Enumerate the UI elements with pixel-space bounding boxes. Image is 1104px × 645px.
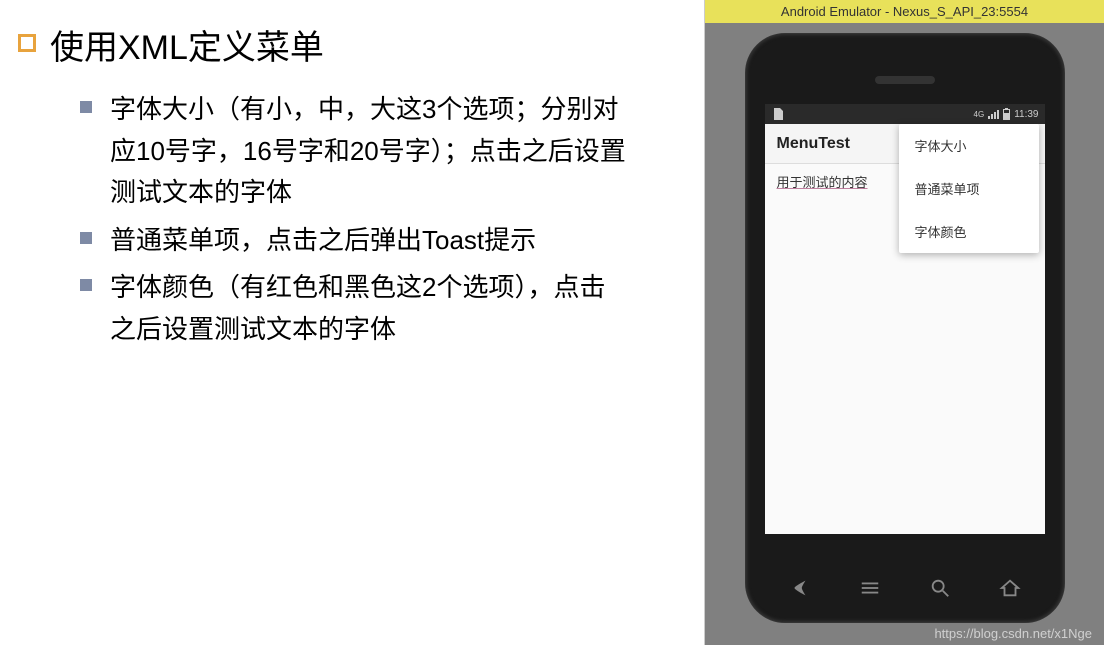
bullet-text: 字体大小（有小，中，大这3个选项；分别对应10号字，16号字和20号字）；点击之… [110, 89, 630, 214]
battery-icon [1003, 109, 1010, 120]
status-time: 11:39 [1014, 109, 1038, 120]
menu-item-font-size[interactable]: 字体大小 [899, 124, 1039, 167]
bullet-text: 字体颜色（有红色和黑色这2个选项），点击之后设置测试文本的字体 [110, 267, 630, 350]
watermark: https://blog.csdn.net/x1Nge [934, 626, 1092, 641]
earpiece-icon [875, 76, 935, 84]
network-label: 4G [974, 110, 985, 119]
phone-frame: 4G 11:39 MenuTest 用于测试的内容 字体大小 普通菜单项 [745, 33, 1065, 623]
bullet-text: 普通菜单项，点击之后弹出Toast提示 [110, 220, 536, 262]
bullet-icon [80, 279, 92, 291]
emulator-title: Android Emulator - Nexus_S_API_23:5554 [705, 0, 1104, 23]
bullet-list: 字体大小（有小，中，大这3个选项；分别对应10号字，16号字和20号字）；点击之… [10, 89, 694, 351]
list-item: 字体大小（有小，中，大这3个选项；分别对应10号字，16号字和20号字）；点击之… [80, 89, 694, 214]
list-item: 普通菜单项，点击之后弹出Toast提示 [80, 220, 694, 262]
status-bar: 4G 11:39 [765, 104, 1045, 124]
slide-title-row: 使用XML定义菜单 [10, 20, 694, 69]
nav-bar [765, 570, 1045, 606]
signal-icon [988, 109, 999, 119]
back-icon[interactable] [789, 577, 811, 599]
menu-item-font-color[interactable]: 字体颜色 [899, 210, 1039, 253]
bullet-icon [80, 101, 92, 113]
bullet-icon [80, 232, 92, 244]
menu-item-normal[interactable]: 普通菜单项 [899, 167, 1039, 210]
emulator-panel: Android Emulator - Nexus_S_API_23:5554 4… [704, 0, 1104, 645]
emulator-body: 4G 11:39 MenuTest 用于测试的内容 字体大小 普通菜单项 [705, 23, 1104, 645]
title-bullet-icon [18, 34, 36, 52]
slide-content: 使用XML定义菜单 字体大小（有小，中，大这3个选项；分别对应10号字，16号字… [0, 0, 704, 645]
home-icon[interactable] [999, 577, 1021, 599]
search-icon[interactable] [929, 577, 951, 599]
slide-title: 使用XML定义菜单 [50, 20, 324, 69]
app-title: MenuTest [777, 135, 850, 153]
menu-popup: 字体大小 普通菜单项 字体颜色 [899, 124, 1039, 253]
menu-icon[interactable] [859, 577, 881, 599]
list-item: 字体颜色（有红色和黑色这2个选项），点击之后设置测试文本的字体 [80, 267, 694, 350]
phone-screen[interactable]: 4G 11:39 MenuTest 用于测试的内容 字体大小 普通菜单项 [765, 104, 1045, 534]
sdcard-icon [773, 108, 783, 120]
